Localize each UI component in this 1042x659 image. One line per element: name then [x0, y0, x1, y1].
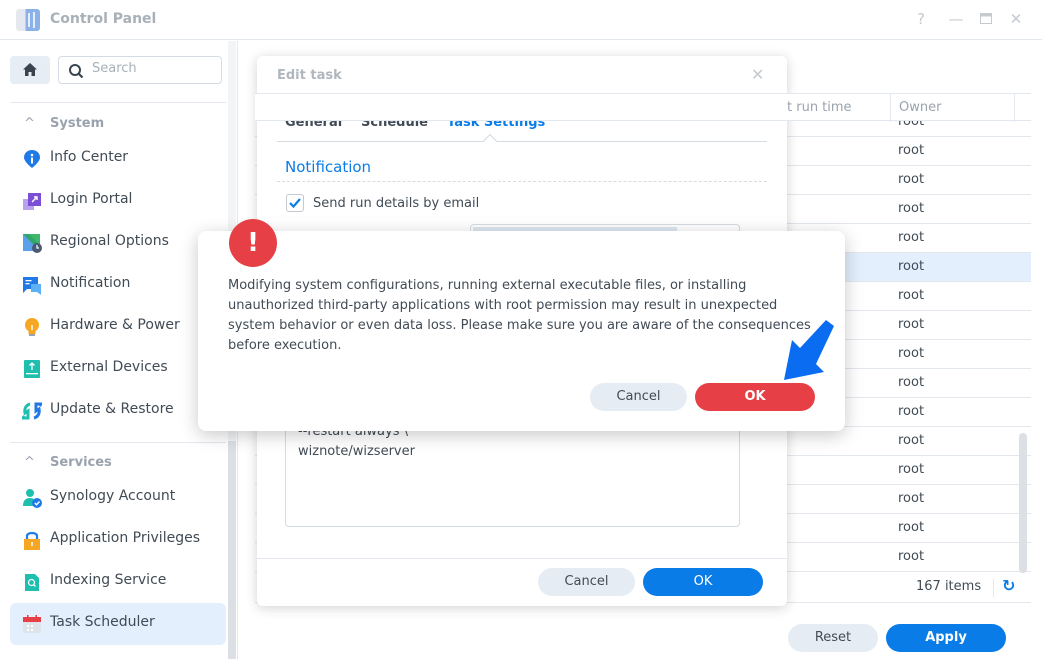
lock-icon: [24, 531, 40, 550]
section-services[interactable]: ^ Services: [24, 455, 112, 470]
external-device-icon: [24, 360, 40, 378]
warning-message: Modifying system configurations, running…: [228, 278, 811, 353]
login-portal-icon: [23, 193, 41, 210]
reset-button[interactable]: Reset: [788, 624, 878, 652]
column-header-next-run-time[interactable]: t run time: [787, 100, 852, 115]
sidebar-item-label: Task Scheduler: [50, 614, 155, 630]
column-divider[interactable]: [1014, 94, 1015, 122]
app-title: Control Panel: [50, 11, 157, 27]
owner-cell: root: [898, 549, 925, 564]
column-header-owner[interactable]: Owner: [899, 100, 941, 115]
cancel-button[interactable]: Cancel: [538, 568, 635, 596]
sidebar-item-label: Regional Options: [50, 233, 169, 249]
owner-cell: root: [898, 143, 925, 158]
sidebar-item-info-center[interactable]: Info Center: [10, 138, 226, 180]
help-icon[interactable]: ?: [911, 10, 931, 28]
sidebar-item-label: Synology Account: [50, 488, 176, 504]
send-email-checkbox[interactable]: [286, 194, 304, 212]
sidebar-item-hardware-power[interactable]: Hardware & Power: [10, 306, 226, 348]
sidebar-item-application-privileges[interactable]: Application Privileges: [10, 519, 226, 561]
regional-options-icon: [23, 234, 42, 253]
search-field[interactable]: [58, 56, 222, 84]
title-bar: Control Panel ? — ✕: [0, 0, 1042, 40]
section-title: Notification: [285, 158, 372, 176]
indexing-icon: [25, 574, 39, 591]
table-scrollbar[interactable]: [1019, 433, 1027, 573]
sidebar-item-update-restore[interactable]: Update & Restore: [10, 390, 226, 432]
control-panel-icon: [16, 9, 40, 31]
owner-cell: root: [898, 172, 925, 187]
sidebar-item-label: Update & Restore: [50, 401, 174, 417]
chevron-up-icon: ^: [24, 116, 35, 131]
warning-ok-button[interactable]: OK: [695, 383, 815, 411]
sidebar-item-task-scheduler[interactable]: Task Scheduler: [10, 603, 226, 645]
sidebar-item-external-devices[interactable]: External Devices: [10, 348, 226, 390]
owner-cell: root: [898, 375, 925, 390]
section-system[interactable]: ^ System: [24, 116, 104, 131]
owner-cell: root: [898, 288, 925, 303]
owner-cell: root: [898, 491, 925, 506]
section-label: Services: [50, 455, 112, 470]
script-line: wiznote/wizserver: [298, 444, 415, 459]
sidebar-item-indexing-service[interactable]: Indexing Service: [10, 561, 226, 603]
divider: [993, 579, 994, 597]
lightbulb-icon: [25, 318, 39, 336]
warning-icon: !: [229, 219, 277, 267]
search-input[interactable]: [92, 61, 212, 76]
annotation-arrow-icon: [784, 320, 834, 380]
column-divider[interactable]: [890, 94, 891, 122]
tab-underline: [277, 141, 767, 142]
checkmark-icon: [289, 198, 301, 209]
search-icon: [69, 64, 84, 79]
owner-cell: root: [898, 404, 925, 419]
sidebar-item-notification[interactable]: Notification: [10, 264, 226, 306]
ok-button[interactable]: OK: [643, 568, 763, 596]
info-icon: [24, 150, 40, 168]
divider: [10, 102, 226, 103]
apply-button[interactable]: Apply: [886, 624, 1006, 652]
home-button[interactable]: [10, 56, 50, 84]
table-header: t run time Owner: [255, 93, 1031, 122]
minimize-icon[interactable]: —: [946, 10, 966, 28]
sidebar-item-label: Login Portal: [50, 191, 133, 207]
sidebar-item-label: Hardware & Power: [50, 317, 180, 333]
item-count: 167 items: [916, 579, 982, 594]
section-label: System: [50, 116, 105, 131]
owner-cell: root: [898, 520, 925, 535]
divider: [277, 181, 767, 182]
divider: [10, 442, 226, 443]
sidebar-scrollbar-thumb[interactable]: [228, 441, 236, 659]
sidebar-item-label: External Devices: [50, 359, 168, 375]
owner-cell: root: [898, 317, 925, 332]
active-tab-caret: [482, 133, 498, 149]
update-restore-icon: [22, 402, 42, 420]
owner-cell: root: [898, 259, 925, 274]
close-icon[interactable]: ✕: [1006, 10, 1026, 28]
owner-cell: root: [898, 462, 925, 477]
refresh-icon[interactable]: ↻: [1002, 576, 1015, 595]
divider: [257, 558, 787, 559]
owner-cell: root: [898, 346, 925, 361]
chevron-up-icon: ^: [24, 455, 35, 470]
account-icon: [23, 489, 42, 508]
dialog-title: Edit task: [277, 68, 342, 83]
maximize-icon[interactable]: [976, 10, 996, 28]
owner-cell: root: [898, 433, 925, 448]
sidebar-item-label: Notification: [50, 275, 131, 291]
sidebar-item-label: Application Privileges: [50, 530, 200, 546]
sidebar-item-regional-options[interactable]: Regional Options: [10, 222, 226, 264]
send-email-label: Send run details by email: [313, 196, 480, 211]
sidebar-item-synology-account[interactable]: Synology Account: [10, 477, 226, 519]
notification-icon: [23, 277, 41, 295]
close-icon[interactable]: ✕: [751, 65, 764, 84]
sidebar-item-label: Info Center: [50, 149, 129, 165]
sidebar-item-login-portal[interactable]: Login Portal: [10, 180, 226, 222]
home-icon: [23, 63, 37, 76]
owner-cell: root: [898, 201, 925, 216]
owner-cell: root: [898, 230, 925, 245]
warning-cancel-button[interactable]: Cancel: [590, 383, 687, 411]
calendar-icon: [23, 615, 41, 633]
sidebar-item-label: Indexing Service: [50, 572, 167, 588]
warning-dialog: ! Modifying system configurations, runni…: [198, 219, 845, 431]
